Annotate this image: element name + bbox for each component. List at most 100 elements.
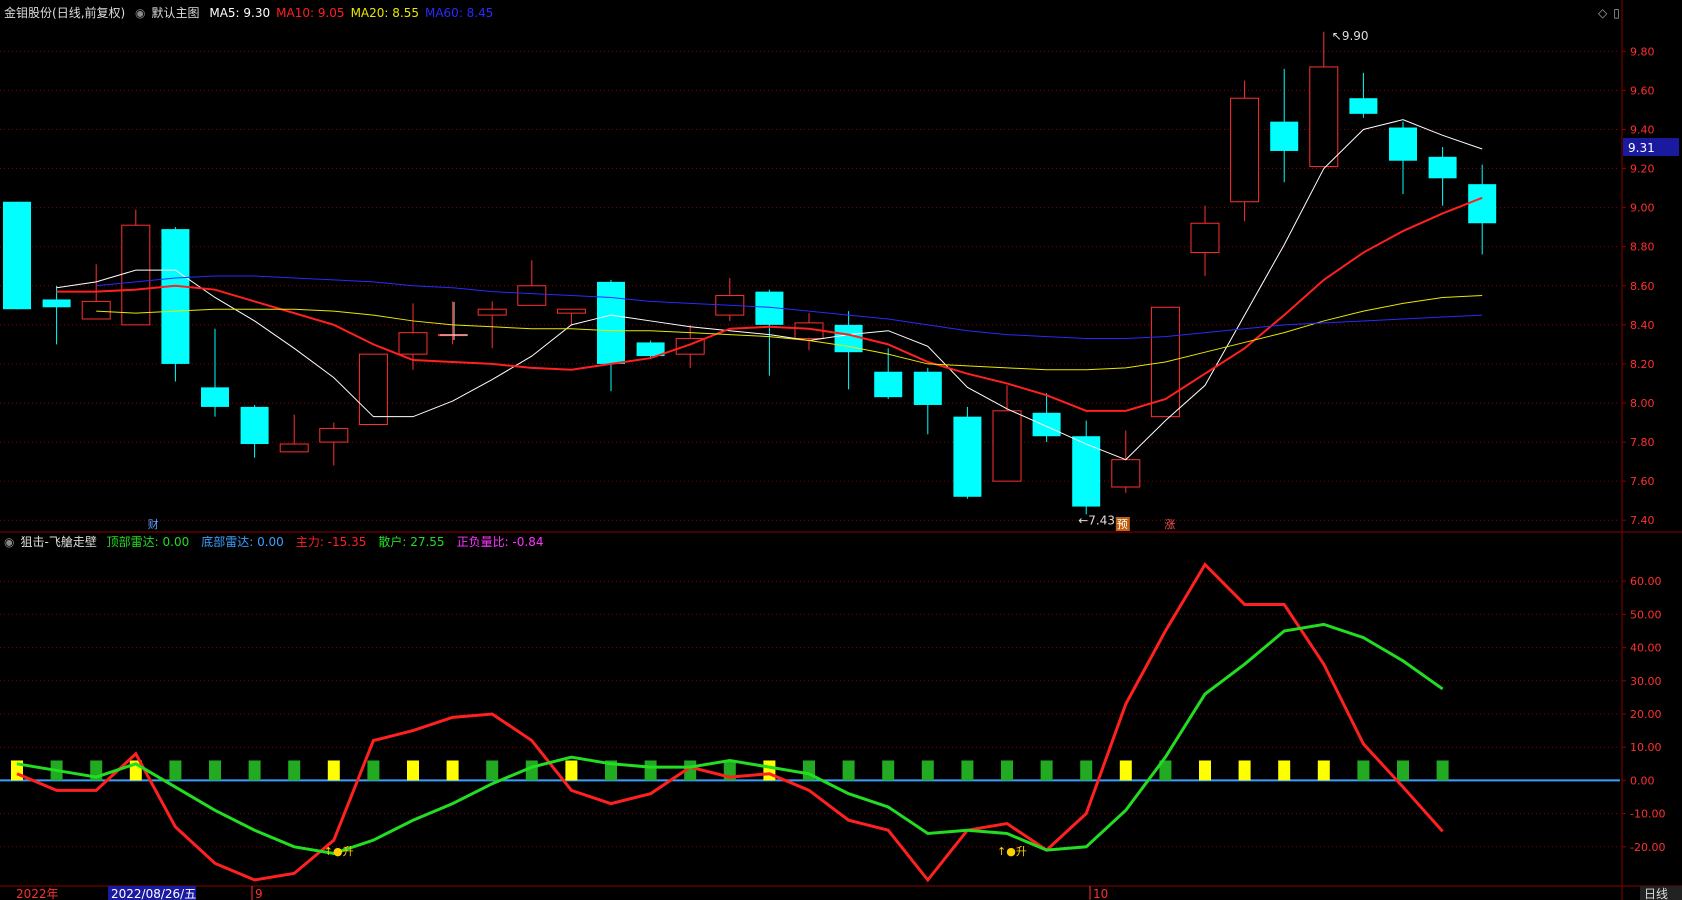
indicator-name[interactable]: 狙击-飞艙走壁	[20, 535, 96, 549]
ma-legend-ma10: MA10: 9.05	[276, 6, 345, 20]
candle-body-down	[161, 229, 190, 364]
y-tick-label: 7.80	[1630, 436, 1655, 449]
candle-body-up	[1309, 66, 1339, 168]
y-tick-label: -20.00	[1630, 841, 1665, 854]
candle-body-up	[517, 285, 547, 306]
candle-body-down	[1270, 121, 1299, 151]
signal-label: ↑●升	[997, 845, 1027, 858]
indicator-bar	[882, 760, 895, 781]
indicator-bar	[288, 760, 301, 781]
candle-body-down	[913, 371, 942, 405]
window-controls: ◇ ▯	[1598, 6, 1626, 20]
signal-label: ↑●升	[324, 845, 354, 858]
indicator-bar	[327, 760, 340, 781]
y-tick-label: 40.00	[1630, 642, 1662, 655]
indicator-bar	[842, 760, 855, 781]
main-chart-name[interactable]: 默认主图	[152, 6, 200, 20]
y-tick-label: 50.00	[1630, 608, 1662, 621]
indicator-bar	[1278, 760, 1291, 781]
candle-body-up	[279, 443, 309, 453]
indicator-bar	[407, 760, 419, 781]
indicator-bar	[1436, 760, 1449, 781]
indicator-bar	[921, 760, 934, 781]
y-tick-label: 9.00	[1630, 202, 1655, 215]
indicator-legend-item: 底部雷达: 0.00	[201, 535, 284, 549]
indicator-bar	[1238, 760, 1251, 781]
y-tick-label: 9.80	[1630, 45, 1655, 58]
y-tick-label: 30.00	[1630, 675, 1662, 688]
y-tick-label: 8.20	[1630, 358, 1655, 371]
y-tick-label: 9.20	[1630, 163, 1655, 176]
indicator-bar	[565, 760, 578, 781]
indicator-bar	[248, 760, 261, 781]
indicator-bar	[169, 760, 182, 781]
candle-body-down	[42, 299, 71, 308]
candle-body-up	[477, 308, 507, 316]
candle-body-down	[1468, 184, 1497, 224]
indicator-legend-item: 顶部雷达: 0.00	[106, 535, 190, 549]
indicator-bar	[1317, 760, 1330, 781]
candle-body-down	[240, 406, 269, 445]
chevron-down-icon[interactable]: ◉	[4, 535, 14, 549]
indicator-line	[16, 562, 1444, 883]
indicator-bar	[1001, 760, 1013, 781]
event-marker-yu: 预	[1117, 518, 1128, 531]
date-axis-year: 2022年	[16, 887, 59, 900]
y-tick-label: 8.00	[1630, 397, 1655, 410]
period-label: 日线	[1644, 887, 1668, 900]
y-tick-label: 9.40	[1630, 123, 1655, 136]
min-price-label: ←7.43	[1078, 513, 1115, 527]
candle-body-up	[398, 332, 428, 355]
candle-body-up	[556, 308, 586, 314]
chart-mode: (日线,前复权)	[52, 6, 126, 20]
y-tick-label: 7.40	[1630, 514, 1655, 527]
indicator-bar	[1397, 760, 1409, 781]
indicator-bar	[644, 760, 657, 781]
y-tick-label: 8.60	[1630, 280, 1655, 293]
candle-body-up	[81, 300, 111, 320]
indicator-legend-item: 散户: 27.55	[378, 535, 445, 549]
ma-legend-ma60: MA60: 8.45	[424, 6, 494, 20]
stock-name: 金钼股份	[4, 6, 53, 20]
indicator-bar	[1040, 760, 1053, 781]
candle-body-down	[1389, 127, 1417, 161]
chevron-down-icon[interactable]: ◉	[135, 6, 145, 20]
chart-canvas[interactable]: 9.80 9.60 9.40 9.20 9.00 8.80 8.60 8.40 8.20 8.00…	[0, 0, 1682, 900]
restore-icon[interactable]: ▯	[1613, 6, 1620, 20]
indicator-bar	[446, 760, 459, 781]
indicator-bar	[961, 760, 974, 781]
candle-body-down	[953, 416, 982, 497]
candle-body-up	[1190, 222, 1220, 254]
indicator-bar	[1357, 760, 1370, 781]
ma-line-ma20	[96, 295, 1483, 371]
indicator-legend-item: 主力: -15.35	[295, 535, 367, 549]
event-marker-cai: 财	[148, 517, 159, 531]
candle-body-up	[1111, 459, 1141, 488]
sub-header: ◉ 狙击-飞艙走壁 顶部雷达: 0.00 底部雷达: 0.00 主力: -15.35 散…	[4, 533, 562, 550]
indicator-bar	[1080, 760, 1093, 781]
candle-body-down	[3, 201, 31, 310]
candle-body-up	[319, 427, 349, 443]
ma-legend-ma20: MA20: 8.55	[350, 6, 419, 20]
diamond-icon[interactable]: ◇	[1598, 6, 1607, 20]
y-tick-label: 8.80	[1630, 241, 1655, 254]
y-tick-label: 20.00	[1630, 708, 1662, 721]
candle-body-up	[121, 224, 151, 326]
candle-body-up	[358, 353, 388, 425]
cursor-date: 2022/08/26/五	[111, 887, 196, 900]
main-header: 金钼股份(日线,前复权) ◉ 默认主图 MA5: 9.30 MA10: 9.05 MA…	[4, 4, 505, 21]
price-tag: 9.31	[1628, 141, 1655, 155]
candle-body-down	[1349, 98, 1378, 114]
y-tick-label: 60.00	[1630, 575, 1662, 588]
indicator-legend-item: 正负量比: -0.84	[456, 535, 544, 549]
indicator-bar	[209, 760, 221, 781]
candle-body-down	[1428, 156, 1457, 179]
candle-body-down	[874, 371, 903, 398]
indicator-bar	[763, 760, 776, 781]
date-label-month: 9	[255, 887, 263, 900]
y-tick-label: 8.40	[1630, 319, 1655, 332]
candle-body-down	[597, 281, 625, 364]
date-label-month: 10	[1093, 887, 1108, 900]
ma-legend: MA5: 9.30 MA10: 9.05 MA20: 8.55 MA60: 8.45	[209, 6, 499, 20]
indicator-bar	[367, 760, 380, 781]
